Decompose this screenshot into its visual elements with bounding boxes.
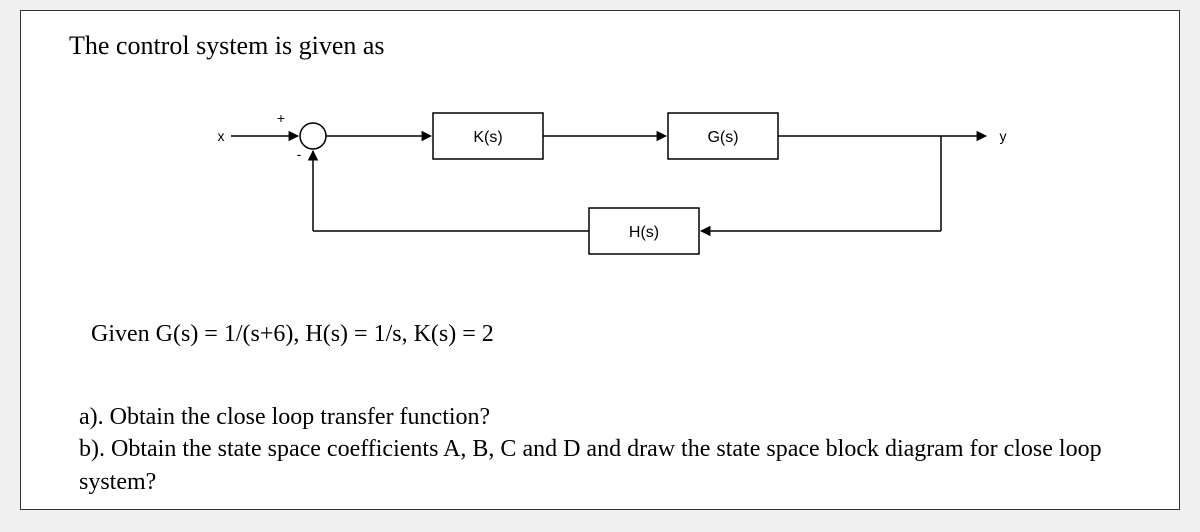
block-h-label: H(s) [629,224,659,241]
input-label: x [218,128,225,144]
block-diagram: x + - K(s) G(s) y [171,91,1051,291]
minus-sign: - [297,146,302,162]
problem-title: The control system is given as [69,31,385,61]
summing-junction [300,123,326,149]
question-a: a). Obtain the close loop transfer funct… [79,401,1121,433]
questions-block: a). Obtain the close loop transfer funct… [79,401,1121,498]
block-g-label: G(s) [707,129,738,146]
given-equations: Given G(s) = 1/(s+6), H(s) = 1/s, K(s) =… [91,321,494,348]
output-label: y [1000,128,1007,144]
plus-sign: + [277,110,285,126]
page-container: The control system is given as x + - [20,10,1180,510]
block-diagram-svg: x + - K(s) G(s) y [171,91,1051,291]
question-b: b). Obtain the state space coefficients … [79,433,1121,498]
block-k-label: K(s) [473,129,502,146]
